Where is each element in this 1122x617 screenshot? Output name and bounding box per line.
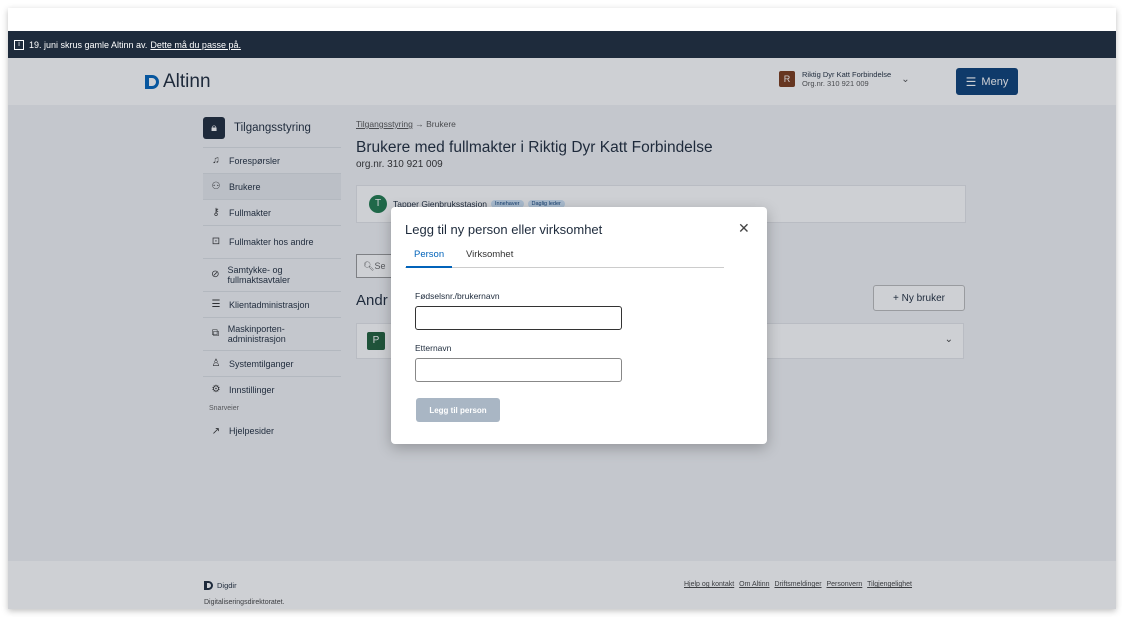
banner-link[interactable]: Dette må du passe på. xyxy=(150,40,241,50)
surname-input[interactable] xyxy=(415,358,622,382)
surname-label: Etternavn xyxy=(415,343,452,353)
tab-person[interactable]: Person xyxy=(405,249,453,268)
dialog-title: Legg til ny person eller virksomhet xyxy=(405,222,603,237)
close-icon[interactable]: ✕ xyxy=(738,220,750,237)
info-banner: i 19. juni skrus gamle Altinn av. Dette … xyxy=(8,31,1116,58)
add-person-button[interactable]: Legg til person xyxy=(416,398,500,422)
info-icon: i xyxy=(14,39,24,50)
tab-business[interactable]: Virksomhet xyxy=(466,249,513,260)
ssn-label: Fødselsnr./brukernavn xyxy=(415,291,500,301)
add-person-dialog: Legg til ny person eller virksomhet ✕ Pe… xyxy=(391,207,767,444)
banner-text: 19. juni skrus gamle Altinn av. xyxy=(29,39,148,50)
dialog-tabs: Person Virksomhet xyxy=(405,247,724,268)
ssn-input[interactable] xyxy=(415,306,622,330)
browser-frame: i 19. juni skrus gamle Altinn av. Dette … xyxy=(8,8,1116,609)
